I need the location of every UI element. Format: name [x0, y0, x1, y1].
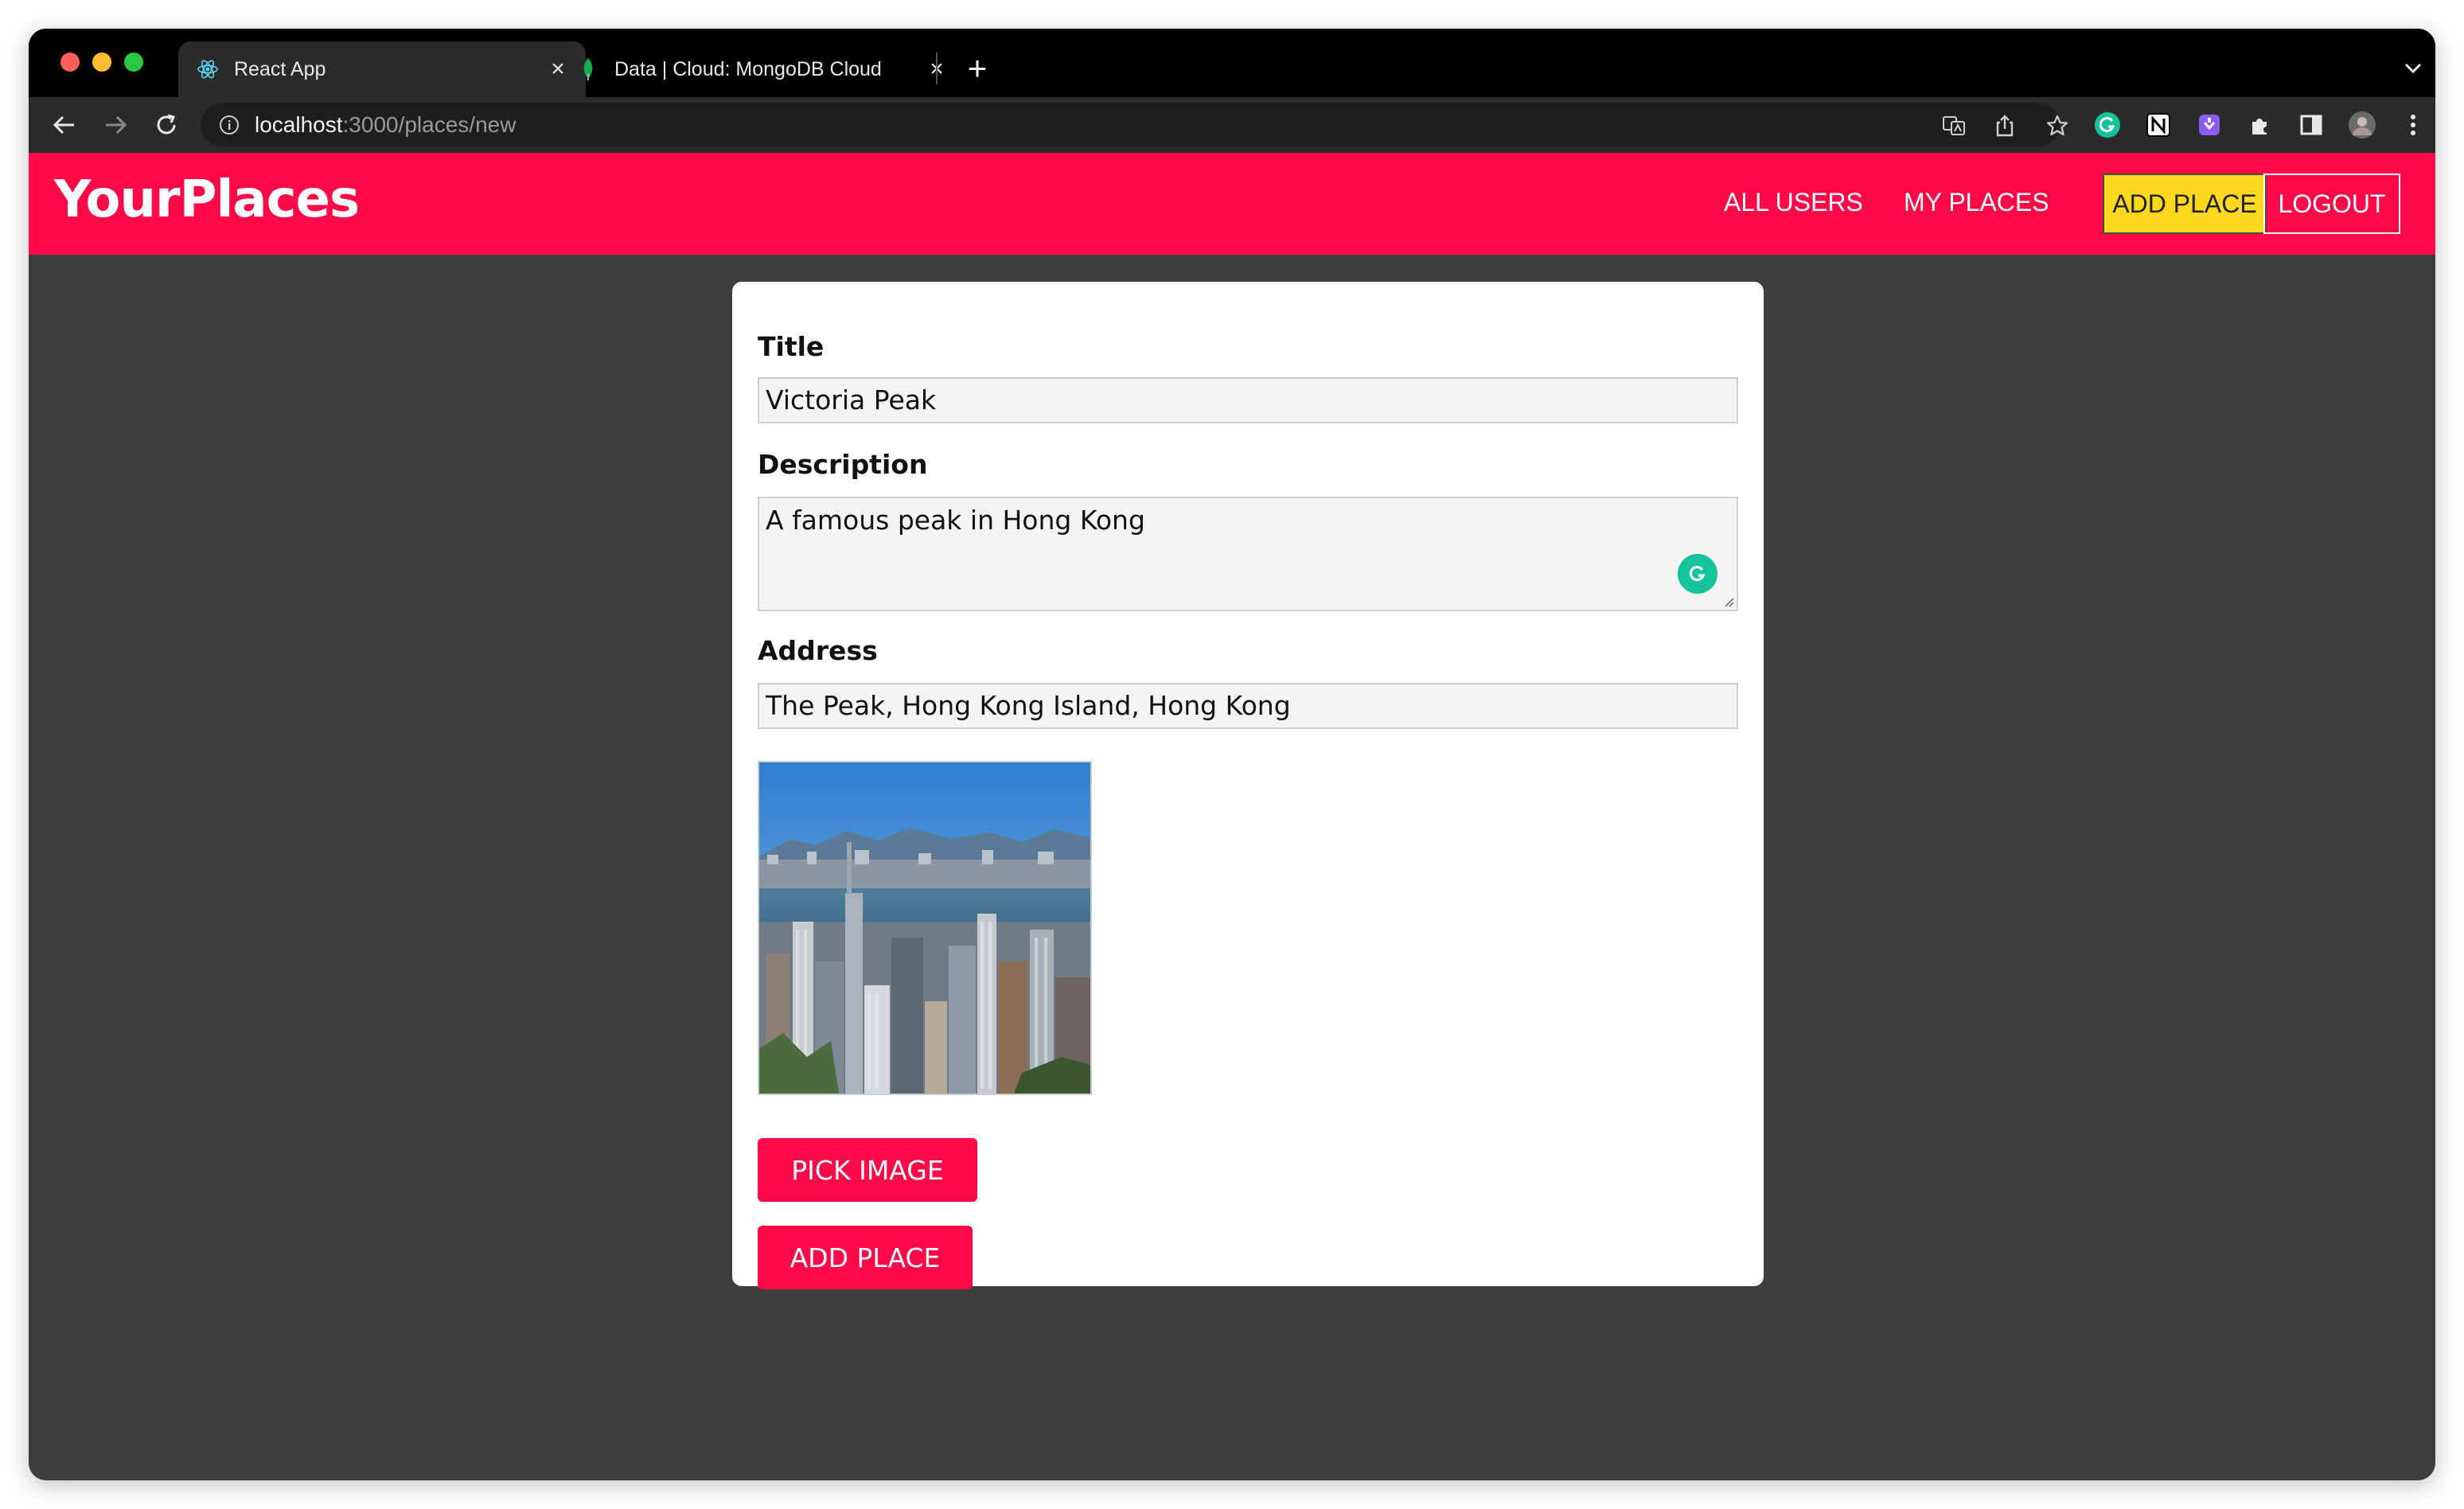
- tab-separator: [936, 53, 938, 84]
- notion-extension-icon[interactable]: [2144, 111, 2173, 139]
- pick-image-button[interactable]: PICK IMAGE: [758, 1138, 977, 1202]
- app-header: YourPlaces ALL USERS MY PLACES ADD PLACE…: [29, 153, 2435, 255]
- browser-menu-icon[interactable]: [2399, 111, 2427, 139]
- maximize-window-button[interactable]: [124, 53, 143, 72]
- bookmark-star-icon[interactable]: [2044, 112, 2071, 139]
- nav-all-users[interactable]: ALL USERS: [1724, 188, 1863, 217]
- app-logo[interactable]: YourPlaces: [54, 170, 360, 229]
- tab-mongodb[interactable]: Data | Cloud: MongoDB Cloud ×: [559, 41, 965, 97]
- tab-react-app[interactable]: React App ×: [178, 41, 586, 97]
- browser-toolbar: localhost:3000/places/new: [29, 97, 2435, 153]
- add-place-submit-button[interactable]: ADD PLACE: [758, 1226, 973, 1289]
- grammarly-extension-icon[interactable]: [2093, 111, 2122, 139]
- translate-icon[interactable]: [1940, 112, 1967, 139]
- tab-strip: React App × Data | Cloud: MongoDB Cloud …: [29, 29, 2435, 97]
- purple-extension-icon[interactable]: [2195, 111, 2224, 139]
- title-label: Title: [758, 331, 825, 362]
- description-text: A famous peak in Hong Kong: [766, 505, 1145, 536]
- new-place-form: Title Victoria Peak Description A famous…: [732, 282, 1764, 1289]
- nav-my-places[interactable]: MY PLACES: [1904, 188, 2049, 217]
- description-textarea[interactable]: A famous peak in Hong Kong: [758, 497, 1738, 611]
- grammarly-icon[interactable]: [1678, 554, 1717, 594]
- tab-search-chevron-icon[interactable]: [2397, 53, 2429, 84]
- resize-handle-icon[interactable]: [1721, 594, 1735, 608]
- tab-title: React App: [234, 57, 326, 80]
- minimize-window-button[interactable]: [92, 53, 111, 72]
- new-tab-button[interactable]: +: [960, 49, 995, 87]
- browser-window: React App × Data | Cloud: MongoDB Cloud …: [29, 29, 2435, 1480]
- profile-avatar[interactable]: [2348, 111, 2376, 139]
- reload-icon[interactable]: [148, 107, 185, 143]
- image-preview: [758, 761, 1092, 1095]
- address-label: Address: [758, 635, 878, 666]
- mongodb-leaf-icon: [576, 57, 600, 81]
- forward-arrow-icon[interactable]: [97, 107, 134, 143]
- title-input[interactable]: Victoria Peak: [758, 377, 1738, 423]
- react-icon: [196, 57, 220, 81]
- address-bar[interactable]: localhost:3000/places/new: [201, 103, 2068, 147]
- tab-title: Data | Cloud: MongoDB Cloud: [614, 57, 882, 80]
- url-text[interactable]: localhost:3000/places/new: [255, 112, 516, 138]
- site-info-icon[interactable]: [218, 114, 240, 136]
- side-panel-icon[interactable]: [2297, 111, 2326, 139]
- extensions-puzzle-icon[interactable]: [2246, 111, 2275, 139]
- logout-button[interactable]: LOGOUT: [2263, 174, 2400, 234]
- description-label: Description: [758, 449, 928, 480]
- back-arrow-icon[interactable]: [46, 107, 83, 143]
- nav-add-place[interactable]: ADD PLACE: [2103, 174, 2267, 234]
- address-input[interactable]: The Peak, Hong Kong Island, Hong Kong: [758, 683, 1738, 729]
- close-window-button[interactable]: [60, 53, 80, 72]
- share-icon[interactable]: [1991, 112, 2018, 139]
